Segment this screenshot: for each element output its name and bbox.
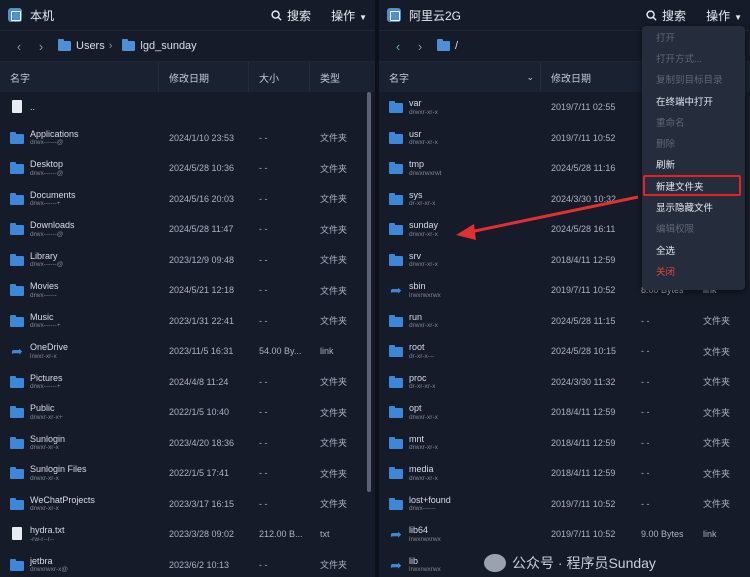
annotation-arrow-line bbox=[469, 195, 639, 234]
watermark-text: 公众号 · 程序员Sunday bbox=[512, 555, 656, 571]
annotation-arrow bbox=[456, 195, 639, 240]
wechat-icon bbox=[484, 554, 506, 572]
watermark: 公众号 · 程序员Sunday bbox=[484, 553, 656, 573]
annotation-arrow-head bbox=[456, 224, 476, 240]
